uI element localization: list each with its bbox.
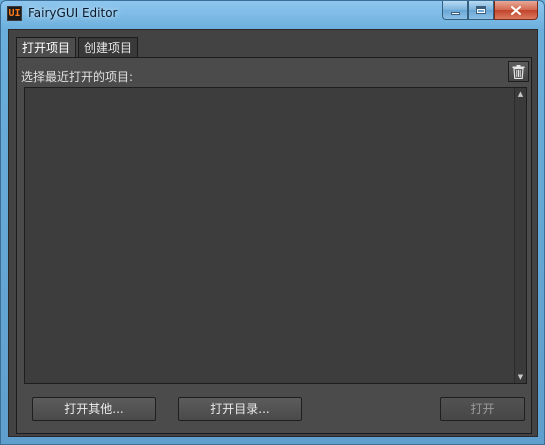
maximize-button[interactable] xyxy=(468,1,494,20)
app-window: UI FairyGUI Editor 打开项目 创建项目 选择最近打开的项目: xyxy=(0,0,545,445)
list-scrollbar[interactable]: ▲ ▼ xyxy=(514,88,526,383)
trash-icon xyxy=(512,64,525,79)
minimize-button[interactable] xyxy=(442,1,468,20)
recent-projects-list[interactable]: ▲ ▼ xyxy=(24,87,527,384)
open-directory-button[interactable]: 打开目录... xyxy=(178,397,302,421)
scroll-up-icon[interactable]: ▲ xyxy=(515,88,526,100)
app-logo-icon: UI xyxy=(7,6,22,21)
window-title: FairyGUI Editor xyxy=(28,6,118,20)
minimize-icon xyxy=(450,11,460,15)
window-controls xyxy=(442,1,538,20)
tab-create-project[interactable]: 创建项目 xyxy=(78,37,139,58)
maximize-icon xyxy=(476,6,486,14)
open-project-panel: 选择最近打开的项目: ▲ ▼ 打开其他... 打开目录... 打开 xyxy=(16,57,532,434)
open-button[interactable]: 打开 xyxy=(440,397,525,421)
delete-recent-button[interactable] xyxy=(508,61,529,82)
close-button[interactable] xyxy=(494,1,538,20)
recent-projects-label: 选择最近打开的项目: xyxy=(21,70,134,84)
dialog-client-area: 打开项目 创建项目 选择最近打开的项目: ▲ ▼ 打开其他... 打开目录...… xyxy=(8,29,538,437)
close-icon xyxy=(511,5,521,15)
tab-open-project[interactable]: 打开项目 xyxy=(16,37,77,58)
tab-bar: 打开项目 创建项目 xyxy=(16,37,140,58)
scroll-down-icon[interactable]: ▼ xyxy=(515,371,526,383)
title-bar[interactable]: UI FairyGUI Editor xyxy=(1,1,544,28)
open-other-button[interactable]: 打开其他... xyxy=(32,397,156,421)
